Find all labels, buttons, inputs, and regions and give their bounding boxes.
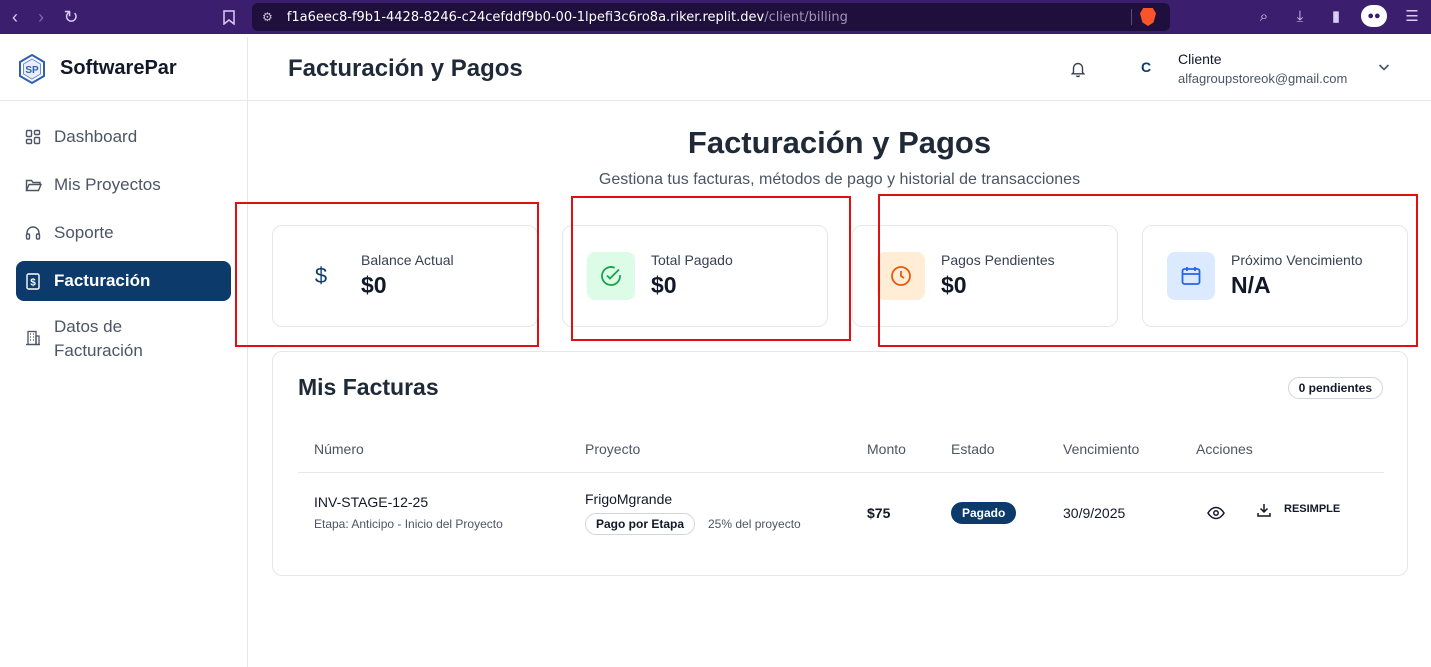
invoices-title: Mis Facturas	[298, 374, 439, 400]
invoice-due-date: 30/9/2025	[1063, 505, 1126, 521]
user-email[interactable]: alfagroupstoreok@gmail.com	[1178, 71, 1347, 86]
status-badge: Pagado	[951, 502, 1017, 524]
eye-icon[interactable]	[1207, 505, 1225, 521]
sidebar-item-label: Mis Proyectos	[54, 175, 161, 194]
svg-text:SP: SP	[25, 65, 39, 76]
sidebar-toggle-icon[interactable]: ▮	[1325, 5, 1347, 27]
page-title: Facturación y Pagos	[687, 125, 992, 160]
sidebar-item-label: Soporte	[54, 223, 114, 242]
url-host: f1a6eec8-f9b1-4428-8246-c24cefddf9b0-00-…	[286, 9, 765, 25]
sidebar-nav: Dashboard Mis Proyectos Soporte $ Factur…	[0, 101, 247, 389]
chevron-down-icon[interactable]	[1376, 59, 1392, 75]
resimple-button[interactable]: RESIMPLE	[1284, 503, 1340, 515]
header-title: Facturación y Pagos	[288, 54, 523, 82]
invoices-card: Mis Facturas 0 pendientes Número Proyect…	[272, 351, 1408, 576]
column-header-status: Estado	[951, 441, 995, 457]
invoice-project: FrigoMgrande	[585, 491, 673, 507]
sidebar-item-dashboard[interactable]: Dashboard	[16, 117, 231, 157]
building-icon	[24, 329, 42, 347]
url-path: /client/billing	[764, 9, 848, 25]
bookmark-icon[interactable]	[216, 4, 242, 30]
sidebar-item-billing[interactable]: $ Facturación	[16, 261, 231, 301]
address-bar[interactable]: ⚙ f1a6eec8-f9b1-4428-8246-c24cefddf9b0-0…	[252, 3, 1170, 31]
url-separator	[1131, 9, 1132, 25]
label-line-1: Datos de	[54, 317, 123, 336]
payment-type-badge: Pago por Etapa	[585, 513, 696, 535]
main-content: Facturación y Pagos Gestiona tus factura…	[235, 101, 1431, 667]
sidebar-item-support[interactable]: Soporte	[16, 213, 231, 253]
sidebar-item-billing-data[interactable]: Datos de Facturación	[16, 309, 231, 365]
column-header-actions: Acciones	[1196, 441, 1253, 457]
reload-icon[interactable]: ↻	[58, 4, 84, 30]
site-info-icon[interactable]: ⚙	[262, 10, 273, 24]
headset-icon	[24, 224, 42, 242]
download-icon[interactable]: ⤓	[1289, 5, 1311, 27]
sidebar-item-label: Datos de Facturación	[54, 315, 143, 363]
user-name[interactable]: Cliente	[1178, 51, 1222, 67]
zoom-icon[interactable]: ⌕	[1253, 5, 1275, 27]
avatar[interactable]: C	[1138, 59, 1154, 79]
invoice-number: INV-STAGE-12-25	[314, 494, 429, 510]
forward-icon[interactable]: ›	[28, 4, 54, 30]
project-percent: 25% del proyecto	[708, 517, 801, 531]
table-header-divider	[298, 472, 1384, 473]
column-header-due: Vencimiento	[1063, 441, 1140, 457]
pending-count-badge: 0 pendientes	[1287, 377, 1383, 399]
back-icon[interactable]: ‹	[2, 4, 28, 30]
dashboard-grid-icon	[24, 128, 42, 146]
browser-actions: ⌕ ⤓ ▮ ●● ☰	[1253, 5, 1423, 27]
private-glasses-icon[interactable]: ●●	[1361, 5, 1387, 27]
sidebar-item-label: Dashboard	[54, 127, 138, 146]
receipt-dollar-icon: $	[24, 272, 42, 290]
page-subtitle: Gestiona tus facturas, métodos de pago y…	[598, 171, 1081, 188]
brave-shield-icon[interactable]	[1140, 8, 1156, 26]
sidebar-item-label: Facturación	[54, 271, 151, 290]
highlight-box-paid	[571, 196, 851, 341]
sidebar-item-projects[interactable]: Mis Proyectos	[16, 165, 231, 205]
bell-icon[interactable]	[1069, 60, 1087, 78]
softwarepar-logo-icon: SP	[19, 53, 45, 84]
sidebar: SP SoftwarePar Dashboard Mis Proyectos S…	[0, 37, 248, 667]
brand[interactable]: SP SoftwarePar	[0, 37, 247, 101]
browser-toolbar: ‹ › ↻ ⚙ f1a6eec8-f9b1-4428-8246-c24cefdd…	[0, 0, 1431, 34]
highlight-box-pending-due	[878, 194, 1418, 347]
brand-name: SoftwarePar	[60, 57, 177, 79]
column-header-number: Número	[314, 441, 364, 457]
highlight-box-balance	[235, 202, 539, 347]
column-header-project: Proyecto	[585, 441, 641, 457]
column-header-amount: Monto	[867, 441, 906, 457]
menu-icon[interactable]: ☰	[1401, 5, 1423, 27]
label-line-2: Facturación	[54, 341, 143, 360]
top-header: Facturación y Pagos C Cliente alfagroups…	[248, 37, 1431, 101]
folder-icon	[24, 176, 42, 194]
svg-text:$: $	[30, 277, 36, 288]
invoice-stage: Etapa: Anticipo - Inicio del Proyecto	[314, 517, 503, 531]
invoice-amount: $75	[867, 505, 891, 521]
download-icon[interactable]	[1256, 502, 1272, 518]
